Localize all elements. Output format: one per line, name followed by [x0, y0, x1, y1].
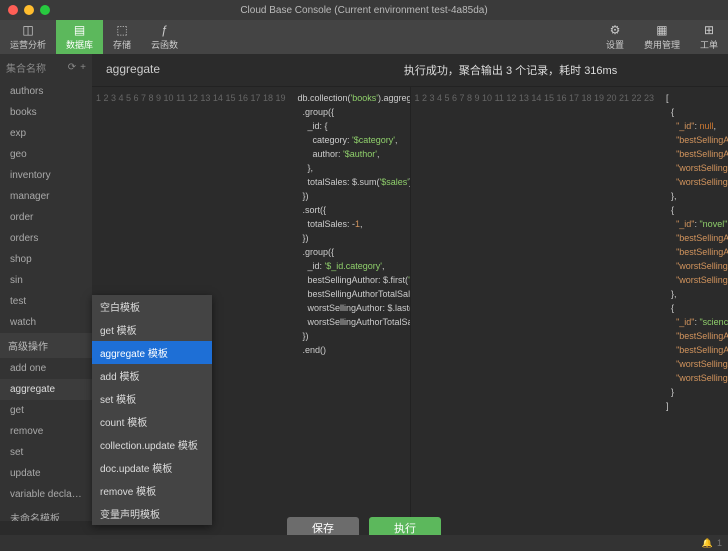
- template-aggregate[interactable]: aggregate: [0, 379, 92, 400]
- notification-count: 1: [717, 538, 722, 548]
- collection-watch[interactable]: watch: [0, 312, 92, 333]
- status-bar: 🔔 1: [0, 535, 728, 551]
- nav-数据库[interactable]: ▤数据库: [56, 20, 103, 54]
- template-add-one[interactable]: add one: [0, 358, 92, 379]
- top-nav: ◫运营分析▤数据库⬚存储ƒ云函数 ⚙设置▦费用管理⊞工单: [0, 20, 728, 54]
- sidebar-section-advanced: 高级操作: [0, 333, 92, 358]
- collection-shop[interactable]: shop: [0, 249, 92, 270]
- ctx-count-模板[interactable]: count 模板: [92, 410, 212, 433]
- ctx-变量声明模板[interactable]: 变量声明模板: [92, 502, 212, 525]
- collection-inventory[interactable]: inventory: [0, 165, 92, 186]
- nav-icon: ◫: [22, 23, 33, 37]
- collection-test[interactable]: test: [0, 291, 92, 312]
- close-icon[interactable]: [8, 5, 18, 15]
- context-menu: 空白模板get 模板aggregate 模板add 模板set 模板count …: [92, 295, 212, 525]
- minimize-icon[interactable]: [24, 5, 34, 15]
- collection-order[interactable]: order: [0, 207, 92, 228]
- collection-exp[interactable]: exp: [0, 123, 92, 144]
- nav-运营分析[interactable]: ◫运营分析: [0, 20, 56, 54]
- page-title: aggregate: [106, 62, 404, 78]
- ctx-get-模板[interactable]: get 模板: [92, 318, 212, 341]
- ctx-add-模板[interactable]: add 模板: [92, 364, 212, 387]
- template-set[interactable]: set: [0, 442, 92, 463]
- collection-sin[interactable]: sin: [0, 270, 92, 291]
- nav-icon: ƒ: [161, 23, 168, 37]
- nav-费用管理[interactable]: ▦费用管理: [634, 20, 690, 54]
- ctx-set-模板[interactable]: set 模板: [92, 387, 212, 410]
- template-update[interactable]: update: [0, 463, 92, 484]
- sidebar: 集合名称 ⟳ + authorsbooksexpgeoinventorymana…: [0, 54, 92, 521]
- sidebar-title: 集合名称: [6, 60, 46, 75]
- ctx-remove-模板[interactable]: remove 模板: [92, 479, 212, 502]
- ctx-doc.update-模板[interactable]: doc.update 模板: [92, 456, 212, 479]
- nav-icon: ⊞: [704, 23, 714, 37]
- nav-icon: ⬚: [116, 23, 127, 37]
- template-remove[interactable]: remove: [0, 421, 92, 442]
- maximize-icon[interactable]: [40, 5, 50, 15]
- collection-geo[interactable]: geo: [0, 144, 92, 165]
- nav-设置[interactable]: ⚙设置: [596, 20, 634, 54]
- collection-manager[interactable]: manager: [0, 186, 92, 207]
- nav-工单[interactable]: ⊞工单: [690, 20, 728, 54]
- collection-books[interactable]: books: [0, 102, 92, 123]
- execution-status: 执行成功，聚合输出 3 个记录，耗时 316ms: [404, 62, 617, 78]
- template-get[interactable]: get: [0, 400, 92, 421]
- ctx-collection.update-模板[interactable]: collection.update 模板: [92, 433, 212, 456]
- nav-icon: ▦: [656, 23, 667, 37]
- nav-存储[interactable]: ⬚存储: [103, 20, 141, 54]
- ctx-空白模板[interactable]: 空白模板: [92, 295, 212, 318]
- code-editor-right[interactable]: 1 2 3 4 5 6 7 8 9 10 11 12 13 14 15 16 1…: [410, 87, 728, 521]
- titlebar: Cloud Base Console (Current environment …: [0, 0, 728, 20]
- nav-icon: ▤: [74, 23, 85, 37]
- nav-云函数[interactable]: ƒ云函数: [141, 20, 188, 54]
- collection-orders[interactable]: orders: [0, 228, 92, 249]
- bell-icon[interactable]: 🔔: [702, 538, 713, 549]
- ctx-aggregate-模板[interactable]: aggregate 模板: [92, 341, 212, 364]
- template-variable-declaration[interactable]: variable declaration: [0, 484, 92, 505]
- refresh-icon[interactable]: ⟳: [68, 62, 76, 73]
- sidebar-header: 集合名称 ⟳ +: [0, 54, 92, 81]
- nav-icon: ⚙: [610, 23, 621, 37]
- add-icon[interactable]: +: [80, 62, 86, 73]
- collection-authors[interactable]: authors: [0, 81, 92, 102]
- window-title: Cloud Base Console (Current environment …: [240, 5, 487, 16]
